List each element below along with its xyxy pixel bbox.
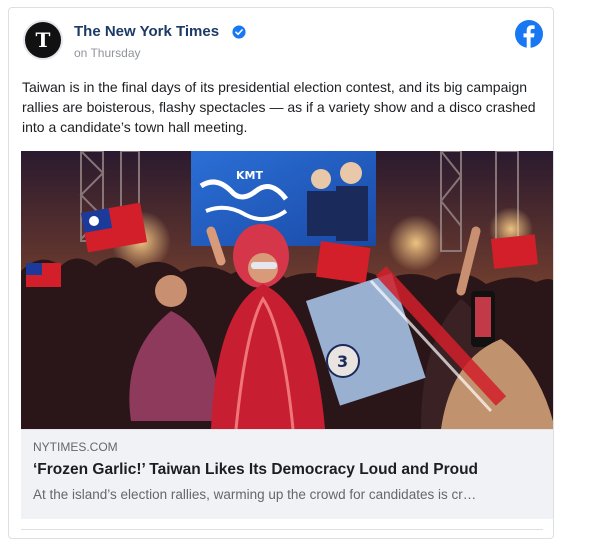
verified-badge-icon — [232, 25, 246, 39]
post-message: Taiwan is in the final days of its presi… — [22, 79, 536, 135]
facebook-icon[interactable] — [515, 20, 543, 48]
billboard-kmt-text: KMT — [236, 169, 263, 182]
article-headline[interactable]: ‘Frozen Garlic!’ Taiwan Likes Its Democr… — [33, 461, 478, 479]
link-preview[interactable]: KMT 3 NYTIMES.COM ‘Frozen Garlic!’ Taiwa… — [21, 151, 553, 519]
nyt-avatar[interactable]: T — [23, 20, 63, 60]
link-preview-info[interactable]: NYTIMES.COM ‘Frozen Garlic!’ Taiwan Like… — [21, 429, 553, 519]
post-timestamp[interactable]: on Thursday — [74, 46, 141, 60]
post-header: T The New York Times on Thursday — [9, 8, 553, 72]
sign-number-3: 3 — [337, 352, 348, 371]
link-domain: NYTIMES.COM — [33, 440, 118, 454]
article-photo[interactable]: KMT 3 — [21, 151, 553, 429]
page-name-link[interactable]: The New York Times — [74, 23, 219, 40]
nyt-logo-icon: T — [30, 27, 56, 53]
svg-text:T: T — [36, 28, 51, 52]
facebook-post-card: T The New York Times on Thursday Taiwan … — [8, 7, 554, 539]
article-description: At the island’s election rallies, warmin… — [33, 487, 477, 502]
card-divider — [21, 529, 543, 530]
